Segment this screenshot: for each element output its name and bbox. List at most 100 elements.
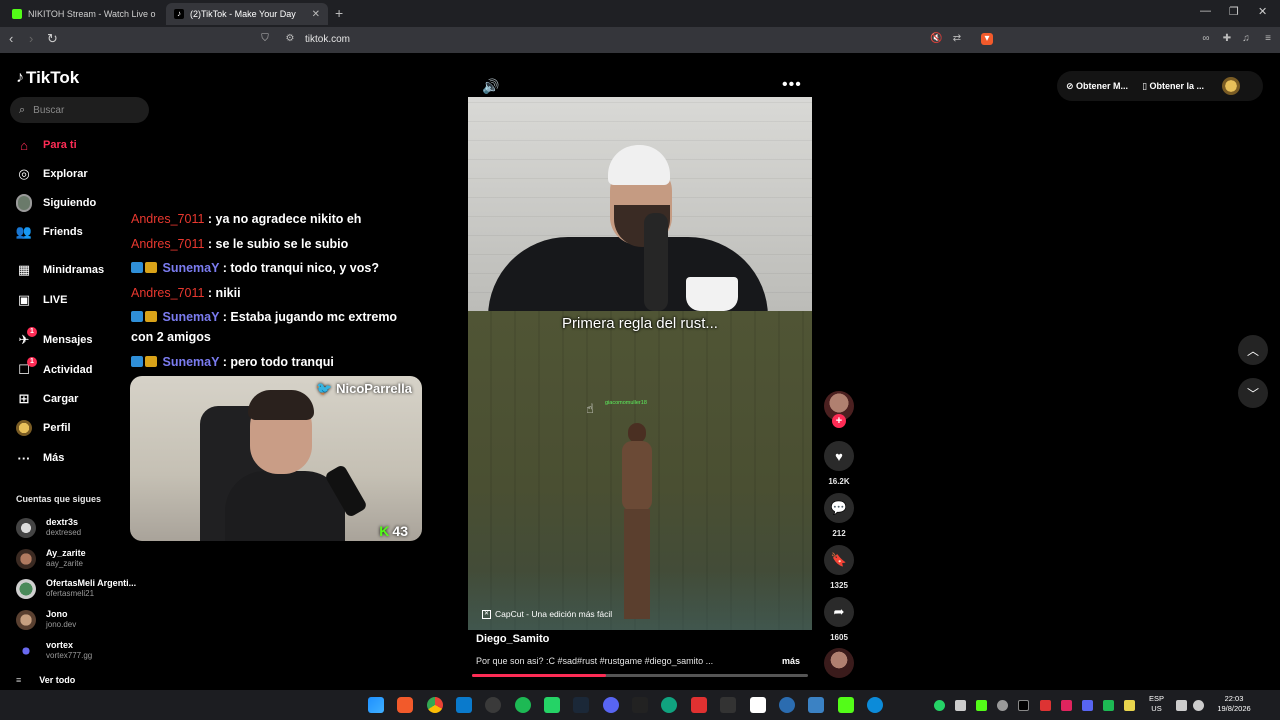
minimize-icon[interactable]: — (1200, 5, 1211, 17)
chrome-icon[interactable] (427, 697, 443, 713)
sidebar-item-mensajes[interactable]: ✈ 1 Mensajes (16, 327, 93, 350)
following-account[interactable]: OfertasMeli Argenti... ofertasmeli21 (16, 578, 136, 599)
sidebar-item-explorar[interactable]: ◎ Explorar (16, 164, 88, 184)
music-disc-icon[interactable] (824, 648, 854, 678)
sidebar-item-label: Explorar (43, 168, 88, 180)
following-account[interactable]: Ay_zarite aay_zarite (16, 548, 86, 569)
tab-tiktok[interactable]: ♪ (2)TikTok - Make Your Day ✕ (166, 3, 328, 25)
facecam-area (468, 97, 812, 317)
comment-button[interactable]: 💬 (824, 493, 854, 523)
steam-icon[interactable] (573, 697, 589, 713)
chevron-down-icon: ﹀ (1246, 386, 1259, 401)
tiktok-logo[interactable]: ♪ TikTok (16, 68, 79, 88)
sidebar-item-friends[interactable]: 👥 Friends (16, 222, 83, 242)
get-app-button[interactable]: ▯ Obtener la ... (1142, 81, 1204, 92)
search-input[interactable]: ⌕ Buscar (10, 97, 149, 123)
brave-shield-icon[interactable]: ▾ (981, 33, 993, 45)
tray-red-icon[interactable] (1040, 700, 1051, 711)
following-account[interactable]: Jono jono.dev (16, 609, 76, 630)
app-blue-icon[interactable] (779, 697, 795, 713)
address-bar-row: ‹ › ↻ ⛉ ⚙ tiktok.com 🔇 ⇄ ▾ ∞ ✚ ♫ ≡ (0, 27, 1280, 53)
network-icon[interactable] (1176, 700, 1187, 711)
discord-icon[interactable] (603, 697, 619, 713)
sidebar-item-mas[interactable]: ··· Más (16, 448, 65, 468)
sidebar-item-para-ti[interactable]: ⌂ Para ti (16, 135, 77, 155)
video-progress-bar[interactable] (472, 674, 808, 677)
epic-games-icon[interactable] (720, 697, 736, 713)
restore-icon[interactable]: ❐ (1229, 5, 1239, 18)
more-description-button[interactable]: más (782, 656, 800, 666)
sidebar-item-siguiendo[interactable]: Siguiendo (16, 193, 96, 213)
tray-whatsapp-icon[interactable] (934, 700, 945, 711)
video-author[interactable]: Diego_Samito (476, 633, 549, 645)
kick-logo-icon: K (379, 523, 390, 539)
extensions-icon[interactable]: ✚ (1221, 33, 1233, 45)
crown-icon (145, 311, 157, 322)
new-tab-button[interactable]: + (335, 5, 343, 21)
translate-icon[interactable]: ⇄ (951, 33, 963, 45)
tray-sync-icon[interactable] (955, 700, 966, 711)
see-all-button[interactable]: ≡ Ver todo (16, 675, 75, 685)
edge-icon[interactable] (867, 697, 883, 713)
following-account[interactable]: dextr3s dextresed (16, 517, 81, 538)
next-video-button[interactable]: ﹀ (1238, 378, 1268, 408)
tray-pink-icon[interactable] (1061, 700, 1072, 711)
capcut-app-icon[interactable] (632, 697, 648, 713)
get-coins-button[interactable]: ⊘ Obtener M... (1066, 81, 1128, 92)
window-close-icon[interactable]: ✕ (1258, 5, 1267, 18)
volume-tray-icon[interactable] (1193, 700, 1204, 711)
tray-app-icon[interactable] (997, 700, 1008, 711)
url-field[interactable]: tiktok.com (305, 34, 350, 45)
sidebar-item-perfil[interactable]: Perfil (16, 418, 71, 438)
app-window-icon[interactable] (808, 697, 824, 713)
windows-start-icon[interactable] (368, 697, 384, 713)
vscode-icon[interactable] (456, 697, 472, 713)
mute-tab-icon[interactable]: 🔇 (930, 33, 942, 45)
share-button[interactable]: ➦ (824, 597, 854, 627)
sidebar-item-actividad[interactable]: ☐ 1 Actividad (16, 357, 93, 380)
tab-title: (2)TikTok - Make Your Day (190, 9, 296, 19)
forward-icon[interactable]: › (29, 31, 33, 46)
vpn-icon[interactable]: ∞ (1200, 33, 1212, 45)
tray-green-icon[interactable] (1103, 700, 1114, 711)
sidebar-item-live[interactable]: ▣ LIVE (16, 290, 68, 310)
chatgpt-icon[interactable] (661, 697, 677, 713)
tray-tiktok-icon[interactable] (1018, 700, 1029, 711)
more-options-icon[interactable]: ••• (782, 76, 802, 94)
previous-video-button[interactable]: ︿ (1238, 335, 1268, 365)
kick-app-icon[interactable] (838, 697, 854, 713)
sidebar-item-label: Friends (43, 226, 83, 238)
tray-mic-icon[interactable] (1124, 700, 1135, 711)
following-account[interactable]: vortex vortex777.gg (16, 640, 92, 661)
sidebar-item-minidramas[interactable]: ▦ Minidramas (16, 260, 104, 280)
whatsapp-icon[interactable] (544, 697, 560, 713)
profile-avatar[interactable] (1222, 77, 1241, 95)
language-code: ESP (1149, 694, 1165, 703)
twitter-handle: 🐦 NicoParrella (316, 381, 412, 396)
like-button[interactable]: ♥ (824, 441, 854, 471)
menu-icon[interactable]: ≡ (1262, 33, 1274, 45)
region-code: US (1151, 704, 1162, 713)
notion-icon[interactable] (750, 697, 766, 713)
reload-icon[interactable]: ↻ (47, 31, 58, 47)
spotify-icon[interactable] (515, 697, 531, 713)
brave-icon[interactable] (397, 697, 413, 713)
app-red-icon[interactable] (691, 697, 707, 713)
tray-discord-icon[interactable] (1082, 700, 1093, 711)
character-body (622, 441, 652, 511)
tab-kick-stream[interactable]: NIKITOH Stream - Watch Live on (4, 3, 164, 25)
back-icon[interactable]: ‹ (9, 31, 13, 46)
volume-icon[interactable]: 🔊 (482, 78, 499, 95)
sidebar-item-cargar[interactable]: ⊞ Cargar (16, 389, 79, 409)
system-clock[interactable]: 22:03 19/8/2026 (1214, 694, 1254, 714)
close-tab-icon[interactable]: ✕ (312, 9, 320, 20)
follow-button[interactable]: + (832, 414, 846, 428)
video-player[interactable]: giacomomuller18 Primera regla del rust..… (468, 97, 812, 630)
bookmark-icon[interactable]: ⛉ (259, 33, 271, 45)
save-button[interactable]: 🔖 (824, 545, 854, 575)
site-info-icon[interactable]: ⚙ (284, 33, 296, 45)
language-indicator[interactable]: ESP US (1149, 694, 1164, 714)
obs-icon[interactable] (485, 697, 501, 713)
media-icon[interactable]: ♫ (1240, 33, 1252, 45)
tray-kick-icon[interactable] (976, 700, 987, 711)
